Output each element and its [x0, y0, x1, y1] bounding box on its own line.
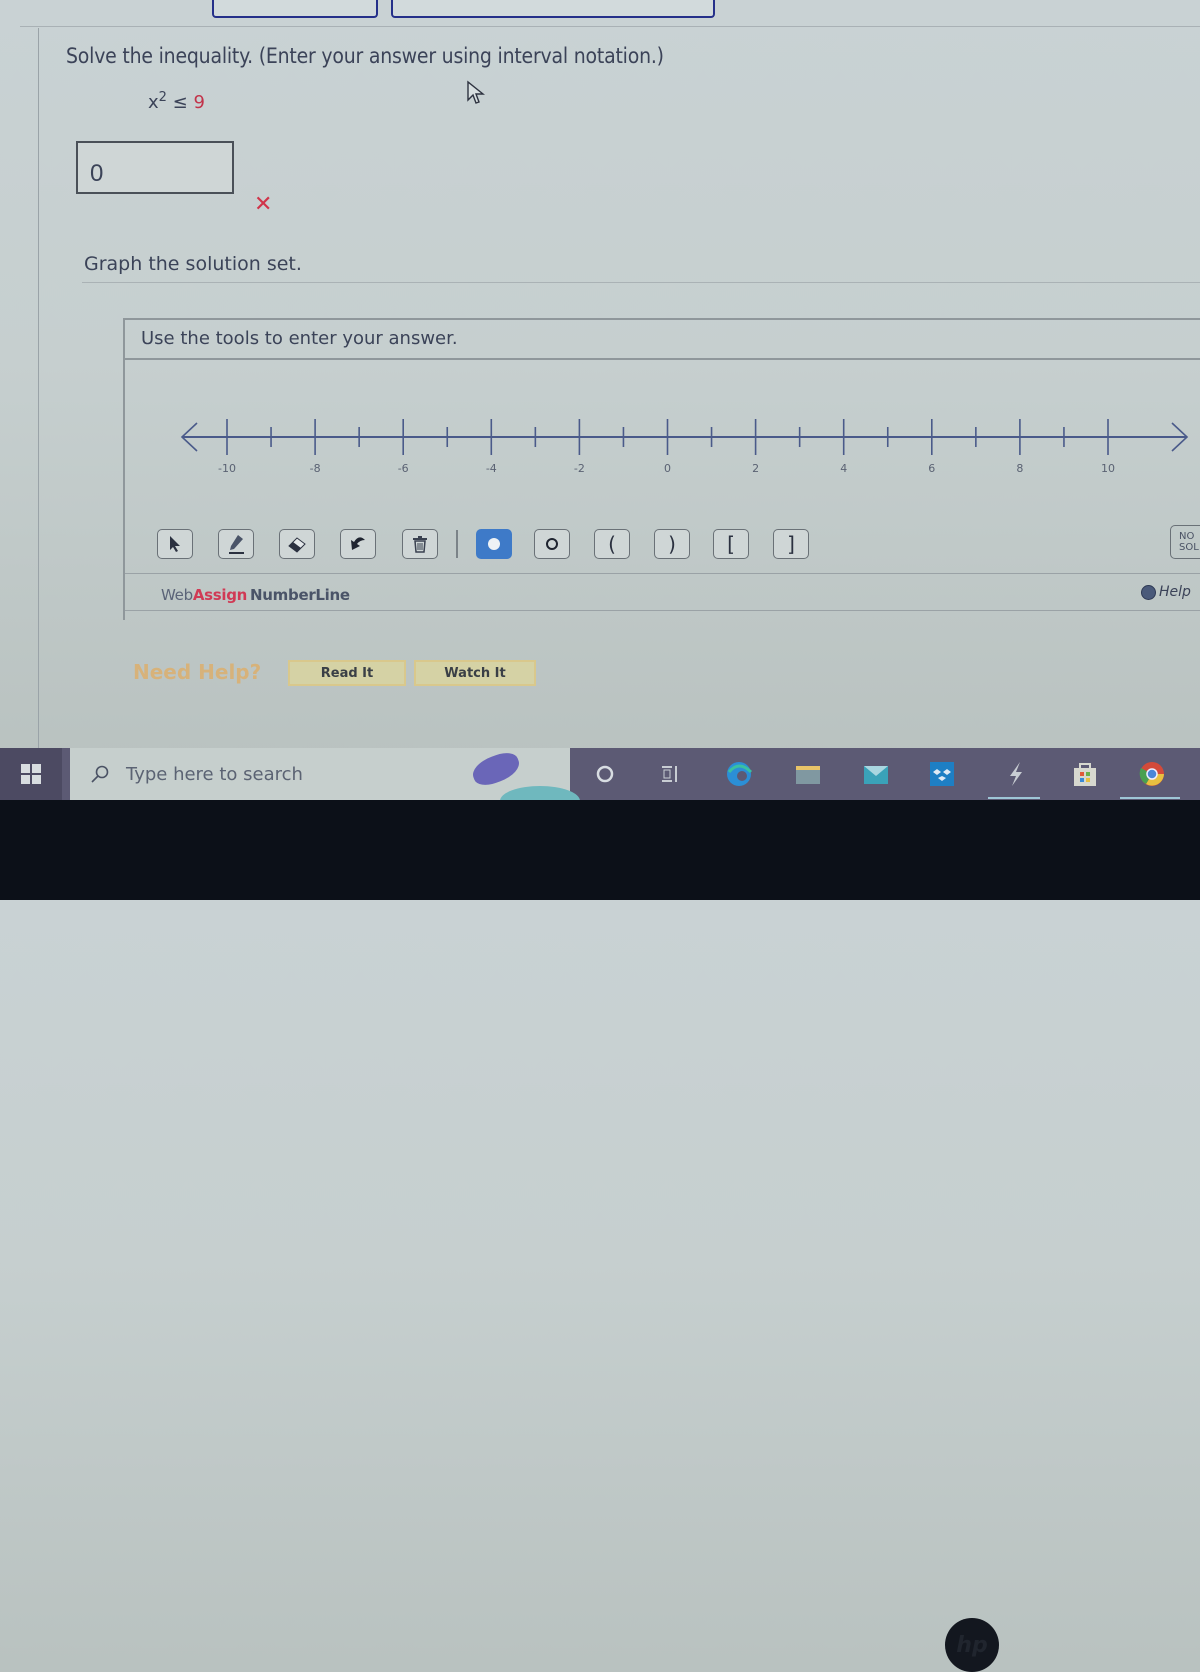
left-bracket-icon: [	[727, 532, 735, 556]
right-bracket-icon: ]	[787, 532, 795, 556]
search-highlight-art	[469, 748, 523, 790]
inequality-operator: ≤	[172, 92, 188, 113]
search-placeholder: Type here to search	[126, 764, 303, 785]
tick-label: -10	[218, 462, 236, 475]
search-icon	[91, 765, 109, 783]
divider	[20, 26, 1200, 27]
chrome-icon	[1139, 762, 1164, 786]
left-paren-icon: (	[608, 532, 616, 556]
tick-label: 4	[840, 462, 847, 475]
divider	[125, 610, 1200, 611]
help-icon	[1141, 584, 1156, 600]
eraser-tool[interactable]	[279, 529, 315, 559]
mouse-cursor-icon	[466, 80, 486, 110]
tick-label: 8	[1016, 462, 1023, 475]
tick-label: -2	[574, 462, 585, 475]
pencil-icon	[229, 535, 244, 554]
tick-label: 6	[928, 462, 935, 475]
left-bracket-tool[interactable]: [	[713, 529, 749, 559]
toolbar-separator	[456, 530, 458, 558]
closed-point-tool[interactable]	[476, 529, 512, 559]
edge-button[interactable]	[725, 760, 753, 788]
task-view-icon	[662, 766, 677, 782]
inequality-rhs: 9	[193, 92, 205, 113]
tick-label: -8	[310, 462, 321, 475]
undo-tool[interactable]	[340, 529, 376, 559]
edge-icon	[727, 762, 753, 786]
dropbox-button[interactable]	[928, 760, 956, 788]
inequality: x2 ≤ 9	[148, 90, 205, 113]
start-button[interactable]	[0, 748, 62, 800]
taskbar-search[interactable]: Type here to search	[70, 748, 580, 816]
mail-button[interactable]	[862, 760, 890, 788]
pointer-icon	[170, 536, 180, 552]
tick-label: -4	[486, 462, 497, 475]
divider	[125, 573, 1200, 574]
right-paren-icon: )	[668, 532, 676, 556]
incorrect-icon: ✕	[254, 192, 273, 217]
cortana-button[interactable]	[591, 760, 619, 788]
inequality-lhs: x	[148, 92, 159, 113]
watch-it-button[interactable]: Watch It	[414, 660, 536, 686]
folder-icon	[796, 766, 820, 784]
top-button-2[interactable]	[391, 0, 715, 18]
undo-icon	[351, 537, 365, 550]
microsoft-store-button[interactable]	[1071, 760, 1099, 788]
question-prompt: Solve the inequality. (Enter your answer…	[66, 44, 664, 68]
trash-icon	[413, 536, 427, 553]
hp-logo-icon: hp	[945, 1618, 999, 1672]
eraser-icon	[288, 537, 306, 553]
left-paren-tool[interactable]: (	[594, 529, 630, 559]
laptop-bezel: hp	[0, 800, 1200, 1672]
brand-web: Web	[161, 586, 193, 604]
open-circle-icon	[546, 538, 558, 550]
lightning-icon	[1010, 762, 1022, 786]
pointer-tool[interactable]	[157, 529, 193, 559]
graph-prompt: Graph the solution set.	[84, 253, 302, 275]
top-button-1[interactable]	[212, 0, 378, 18]
numberline-help-link[interactable]: Help	[1141, 584, 1191, 600]
read-it-button[interactable]: Read It	[288, 660, 406, 686]
mail-icon	[864, 766, 888, 784]
tick-label: 10	[1101, 462, 1115, 475]
brand-assign: Assign	[192, 586, 248, 604]
inequality-exponent: 2	[158, 90, 167, 105]
no-solution-label-2: SOL	[1179, 542, 1199, 553]
divider	[82, 282, 1200, 283]
file-explorer-button[interactable]	[794, 760, 822, 788]
brand-product: NumberLine	[250, 586, 350, 604]
app-lightning-button[interactable]	[1002, 760, 1030, 788]
chrome-button[interactable]	[1138, 760, 1166, 788]
filled-circle-icon	[488, 538, 500, 550]
delete-tool[interactable]	[402, 529, 438, 559]
active-app-indicator	[988, 797, 1040, 799]
interval-answer-input[interactable]	[76, 141, 234, 194]
help-label: Help	[1159, 584, 1191, 600]
store-icon	[1074, 763, 1096, 786]
need-help-label: Need Help?	[133, 660, 262, 684]
right-paren-tool[interactable]: )	[654, 529, 690, 559]
divider	[38, 28, 39, 748]
windows-logo-icon	[21, 764, 41, 784]
dropbox-icon	[930, 762, 954, 786]
no-solution-button[interactable]: NO SOL	[1170, 525, 1200, 559]
active-app-indicator	[1120, 797, 1180, 799]
no-solution-label-1: NO	[1179, 531, 1195, 542]
task-view-button[interactable]	[656, 760, 684, 788]
tick-label: 2	[752, 462, 759, 475]
pencil-tool[interactable]	[218, 529, 254, 559]
tick-label: -6	[398, 462, 409, 475]
open-point-tool[interactable]	[534, 529, 570, 559]
right-bracket-tool[interactable]: ]	[773, 529, 809, 559]
numberline-widget: Use the tools to enter your answer. -10-…	[123, 318, 1200, 620]
tick-label: 0	[664, 462, 671, 475]
webassign-numberline-logo: WebAssign NumberLine	[161, 586, 350, 604]
number-line[interactable]: -10 -8 -6 -4 -2 0 2 4 6 8 10	[125, 320, 1200, 490]
cortana-icon	[596, 765, 614, 783]
